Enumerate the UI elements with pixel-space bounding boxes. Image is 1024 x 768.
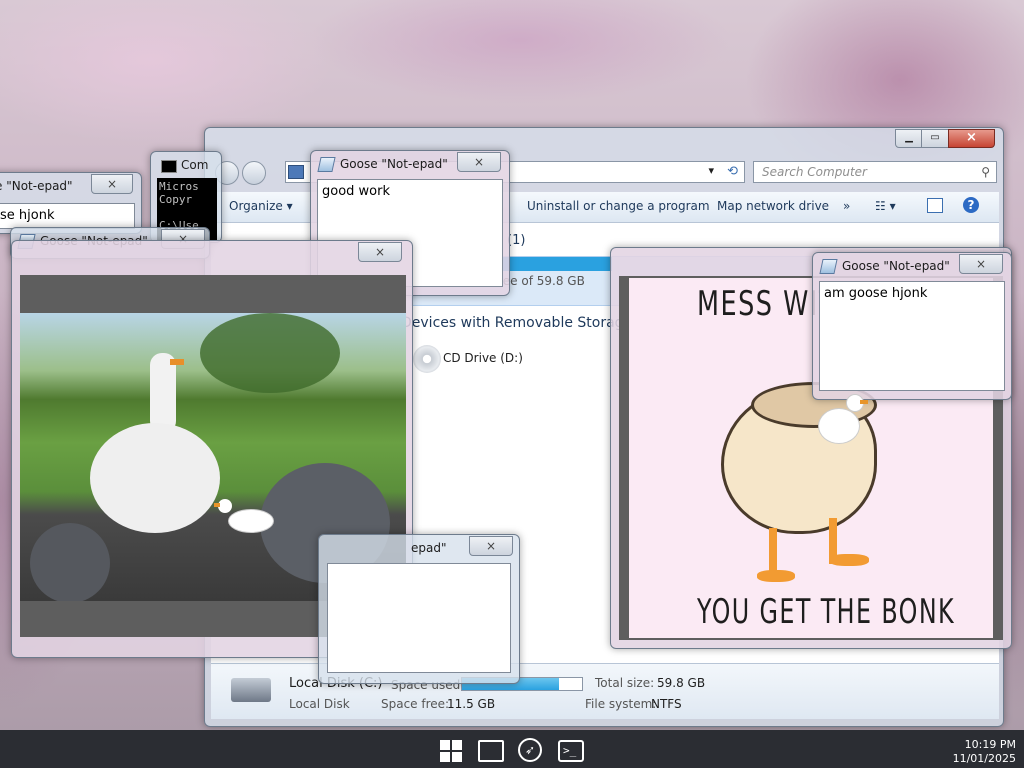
tree-shape bbox=[200, 313, 340, 393]
notepad-title: Goose "Not-epad" bbox=[317, 156, 448, 172]
folder-icon[interactable] bbox=[478, 740, 504, 762]
meme-goose-foot bbox=[829, 554, 869, 566]
notepad-icon bbox=[317, 156, 336, 172]
cmd-line: Micros bbox=[159, 180, 199, 193]
maximize-button[interactable]: ▭ bbox=[921, 129, 949, 148]
close-button[interactable]: × bbox=[948, 129, 995, 148]
forward-button[interactable] bbox=[242, 161, 266, 185]
terminal-icon[interactable]: >_ bbox=[558, 740, 584, 762]
notepad-icon bbox=[819, 258, 838, 274]
meme-bottom-text: YOU GET THE BONK bbox=[697, 592, 956, 632]
cmd-line: Copyr bbox=[159, 193, 193, 206]
system-clock[interactable]: 10:19 PM 11/01/2025 bbox=[953, 738, 1016, 766]
pigeon-figure bbox=[30, 523, 110, 601]
search-icon: ⚲ bbox=[981, 165, 990, 179]
detail-space-free-label: Space free: bbox=[381, 697, 450, 711]
uninstall-program-button[interactable]: Uninstall or change a program bbox=[527, 199, 710, 213]
notepad-title: Goose "Not-epad" bbox=[819, 258, 950, 274]
notepad-text[interactable] bbox=[327, 563, 511, 673]
notepad-text[interactable]: se hjonk bbox=[0, 203, 135, 229]
notepad-window-left: e "Not-epad" × se hjonk bbox=[0, 172, 142, 234]
cmd-title: Com bbox=[181, 158, 209, 172]
video-close-button[interactable]: × bbox=[358, 242, 402, 262]
detail-total-size-label: Total size: bbox=[595, 676, 655, 690]
desktop-goose-sprite bbox=[214, 499, 274, 535]
notepad-close-button[interactable]: × bbox=[959, 254, 1003, 274]
detail-total-size: 59.8 GB bbox=[657, 676, 706, 690]
notepad-close-button[interactable]: × bbox=[469, 536, 513, 556]
notepad-text[interactable]: am goose hjonk bbox=[819, 281, 1005, 391]
cd-drive-icon bbox=[413, 345, 441, 373]
cd-drive-label: CD Drive (D:) bbox=[443, 351, 523, 365]
desktop-goose-sprite bbox=[818, 394, 870, 446]
detail-filesystem: NTFS bbox=[651, 697, 682, 711]
map-network-drive-button[interactable]: Map network drive bbox=[717, 199, 829, 213]
notepad-title: e "Not-epad" bbox=[0, 179, 73, 193]
detail-filesystem-label: File system: bbox=[585, 697, 657, 711]
compass-icon[interactable]: ➶ bbox=[518, 738, 542, 762]
view-options-icon[interactable]: ☷ ▾ bbox=[875, 199, 896, 213]
clock-date: 11/01/2025 bbox=[952, 752, 1016, 765]
preview-pane-icon[interactable] bbox=[927, 198, 943, 213]
refresh-icon[interactable]: ⟲ bbox=[727, 164, 738, 179]
goose-figure bbox=[90, 353, 220, 533]
notepad-window-hjonk: Goose "Not-epad" × am goose hjonk bbox=[812, 252, 1012, 400]
cmd-line bbox=[159, 206, 215, 219]
notepad-close-button[interactable]: × bbox=[457, 152, 501, 172]
removable-storage-header: Devices with Removable Storage bbox=[401, 315, 633, 331]
detail-space-free: 11.5 GB bbox=[447, 697, 496, 711]
clock-time: 10:19 PM bbox=[964, 738, 1016, 751]
cmd-icon bbox=[161, 160, 177, 173]
notepad-window-bottom: epad" × bbox=[318, 534, 520, 684]
address-dropdown-icon[interactable]: ▾ bbox=[708, 164, 714, 177]
taskbar: ➶ >_ 10:19 PM 11/01/2025 bbox=[0, 730, 1024, 768]
windows-icon[interactable] bbox=[440, 740, 462, 762]
notepad-title: epad" bbox=[411, 541, 447, 555]
detail-type: Local Disk bbox=[289, 697, 350, 711]
organize-button[interactable]: Organize ▾ bbox=[229, 199, 293, 213]
meme-goose-foot bbox=[757, 570, 795, 582]
cd-drive-item[interactable]: CD Drive (D:) bbox=[411, 343, 611, 383]
notepad-close-button[interactable]: × bbox=[91, 174, 133, 194]
computer-icon bbox=[288, 165, 304, 179]
search-input[interactable]: Search Computer ⚲ bbox=[753, 161, 997, 183]
disk-icon bbox=[231, 678, 271, 702]
more-commands-button[interactable]: » bbox=[843, 199, 850, 213]
minimize-button[interactable]: ▁ bbox=[895, 129, 923, 148]
help-icon[interactable]: ? bbox=[963, 197, 979, 213]
